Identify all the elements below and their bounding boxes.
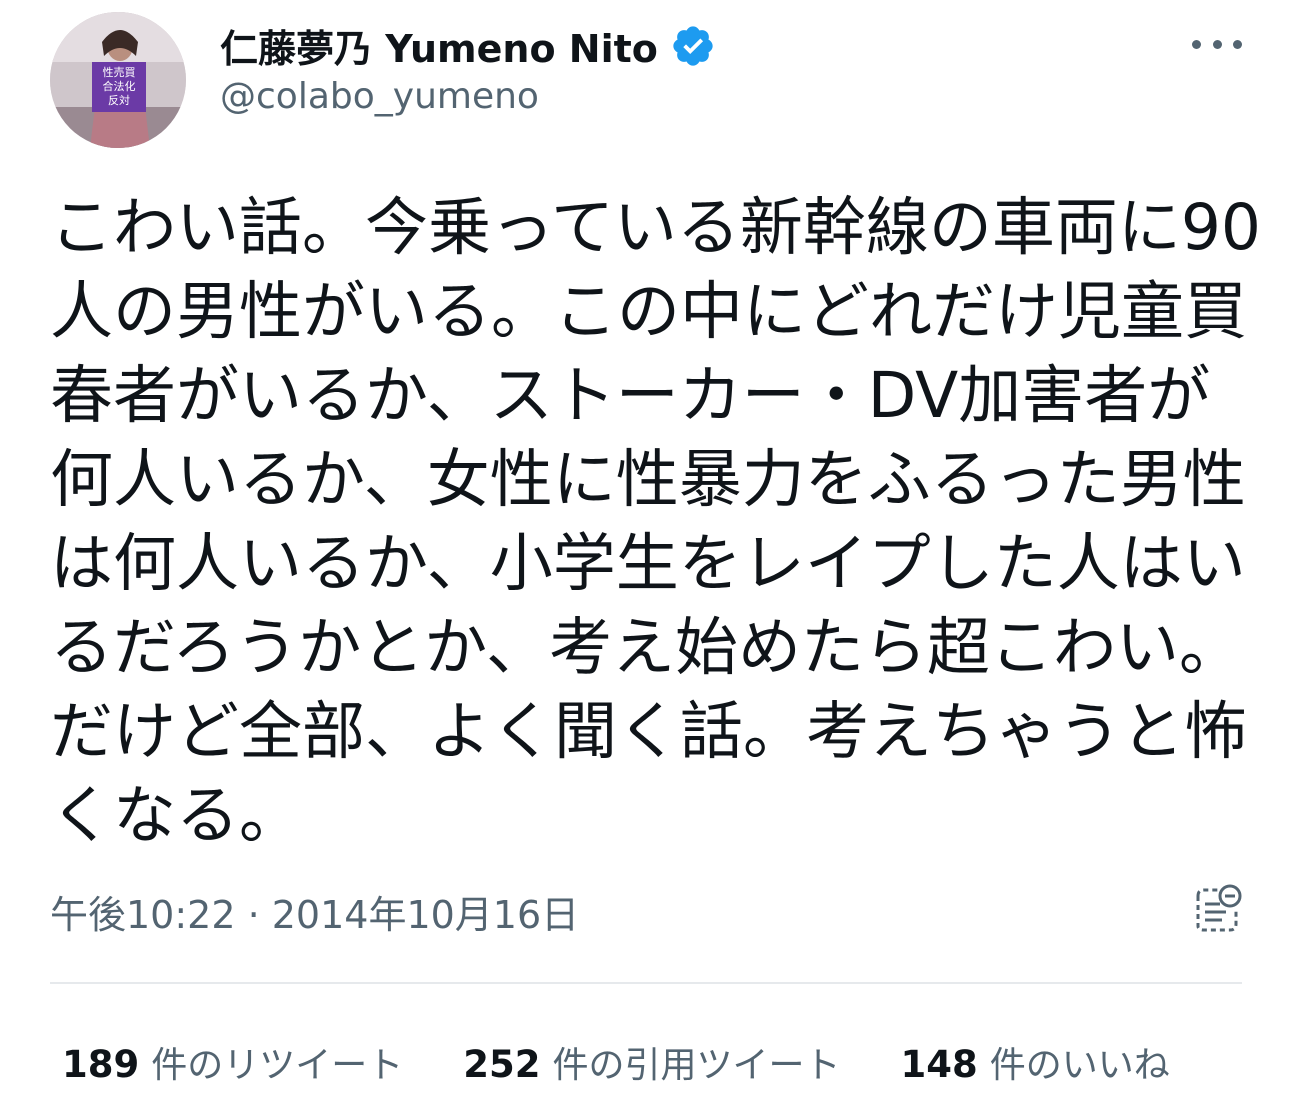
tweet-analytics-icon[interactable]	[1192, 884, 1242, 936]
quote-label: 件の引用ツイート	[552, 1045, 841, 1086]
more-dot	[1233, 39, 1242, 49]
tweet-line: くなる。	[50, 779, 302, 852]
quote-tweets-stat[interactable]: 252 件の引用ツイート	[463, 1036, 840, 1088]
display-name[interactable]: 仁藤夢乃 Yumeno Nito	[220, 18, 658, 73]
tweet-text: こわい話。今乗っている新幹線の車両に90 人の男性がいる。この中にどれだけ児童買…	[50, 186, 1262, 858]
sign-line-2: 合法化	[103, 79, 136, 93]
quote-count: 252	[463, 1043, 541, 1086]
user-handle[interactable]: @colabo_yumeno	[220, 76, 539, 117]
tweet-line: るだろうかとか、考え始めたら超こわい。	[50, 611, 1242, 684]
more-dot	[1192, 39, 1201, 49]
like-label: 件のいいね	[989, 1045, 1170, 1086]
tweet-line: だけど全部、よく聞く話。考えちゃうと怖	[50, 695, 1247, 768]
retweet-count: 189	[62, 1043, 140, 1086]
tweet-line: 春者がいるか、ストーカー・DV加害者が	[50, 359, 1211, 432]
likes-stat[interactable]: 148 件のいいね	[901, 1036, 1170, 1088]
tweet-stats: 189 件のリツイート 252 件の引用ツイート 148 件のいいね	[62, 1036, 1230, 1088]
author-name-row[interactable]: 仁藤夢乃 Yumeno Nito	[220, 18, 716, 73]
avatar[interactable]: 性売買 合法化 反対	[50, 12, 186, 148]
sign-line-1: 性売買	[103, 65, 136, 79]
sign-line-3: 反対	[108, 93, 130, 107]
more-dot	[1212, 39, 1222, 49]
divider	[50, 982, 1242, 984]
tweet-line: こわい話。今乗っている新幹線の車両に90	[50, 191, 1262, 264]
verified-badge-icon	[673, 25, 713, 66]
more-options-icon[interactable]	[1192, 34, 1242, 54]
like-count: 148	[900, 1043, 978, 1086]
tweet-line: 何人いるか、女性に性暴力をふるった男性	[50, 443, 1246, 516]
retweet-label: 件のリツイート	[151, 1045, 404, 1086]
tweet-line: 人の男性がいる。この中にどれだけ児童買	[50, 275, 1247, 348]
tweet-line: は何人いるか、小学生をレイプした人はい	[50, 527, 1246, 600]
avatar-photo: 性売買 合法化 反対	[50, 12, 186, 148]
retweets-stat[interactable]: 189 件のリツイート	[62, 1036, 403, 1088]
tweet-timestamp[interactable]: 午後10:22 · 2014年10月16日	[50, 884, 579, 939]
